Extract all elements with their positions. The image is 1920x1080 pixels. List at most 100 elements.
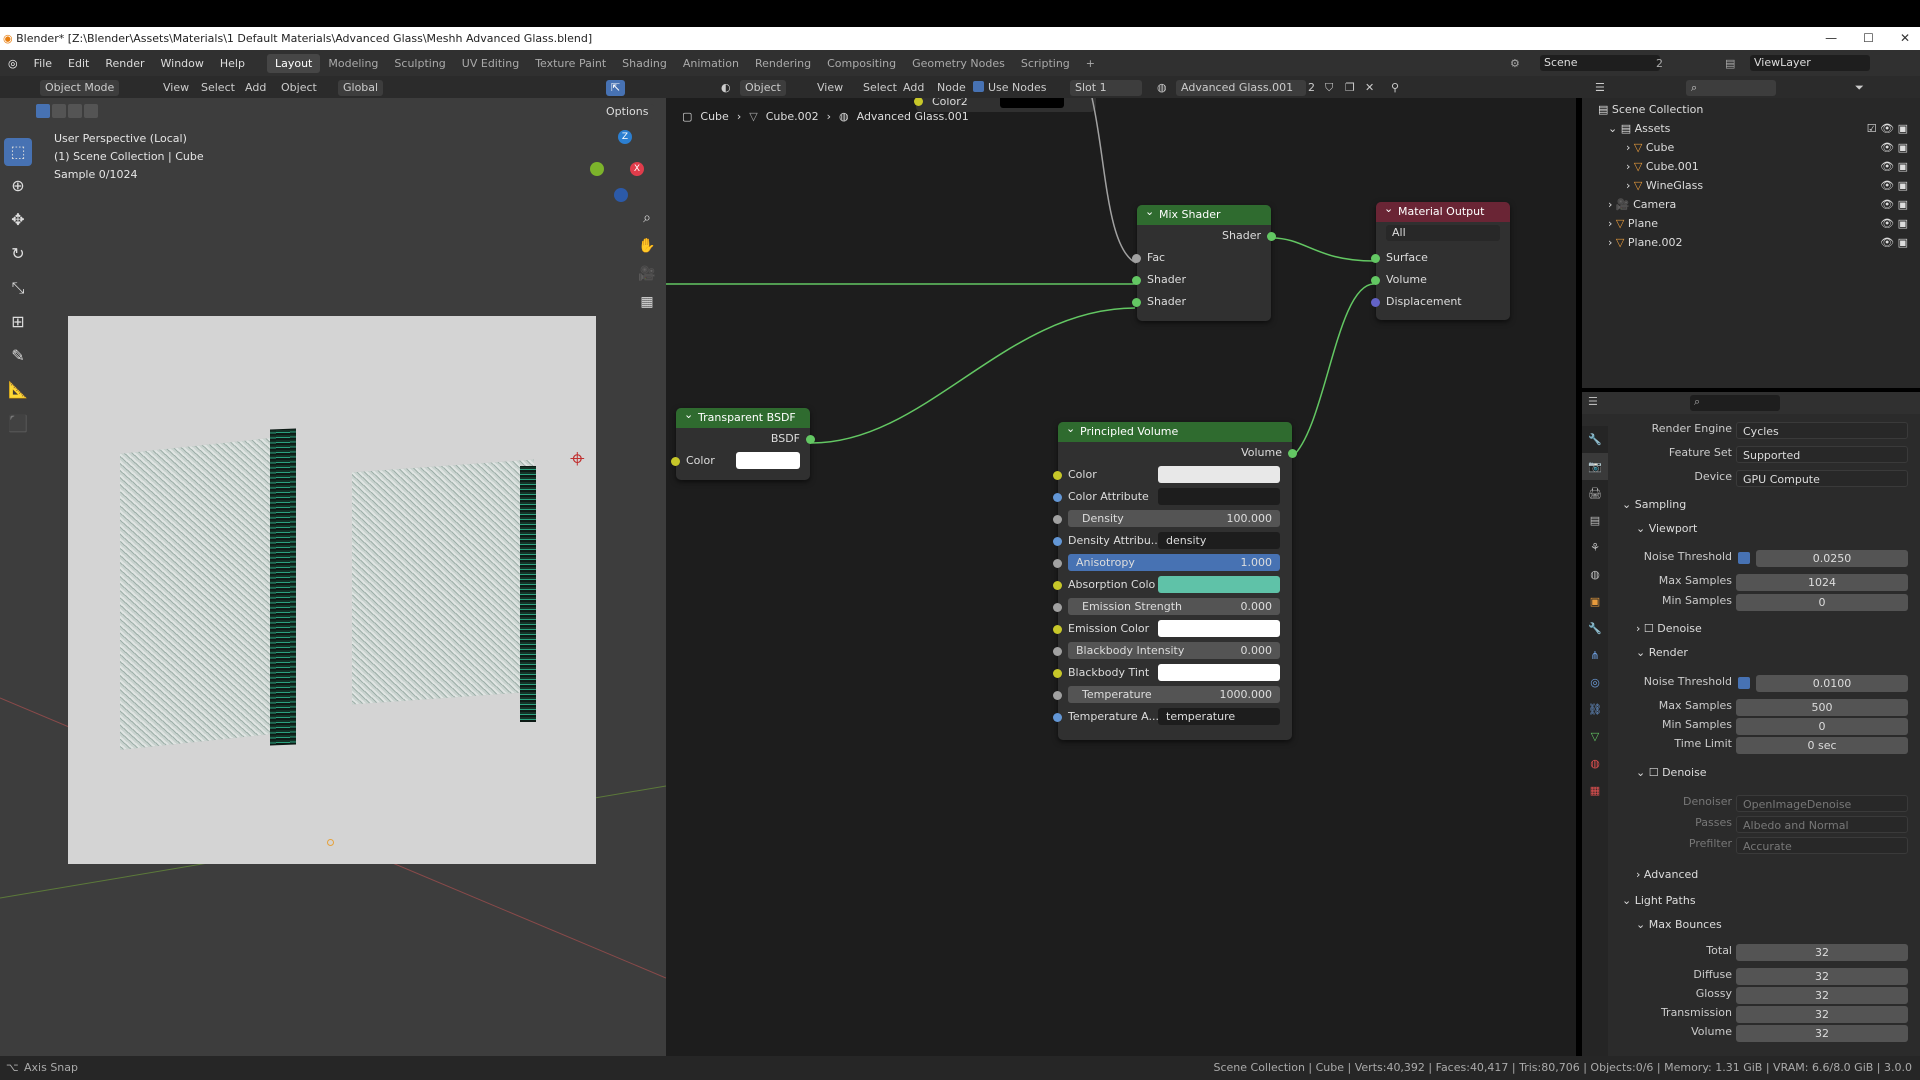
max-bounces-subpanel[interactable]: ⌄ Max Bounces [1636, 918, 1722, 931]
outliner-item-wineglass[interactable]: › ▽ WineGlass 👁 ▣ [1626, 176, 1908, 195]
sampling-panel-header[interactable]: ⌄ Sampling [1622, 498, 1686, 511]
visibility-icons[interactable]: 👁 ▣ [1880, 214, 1908, 233]
close-icon[interactable]: ✕ [1900, 27, 1910, 50]
slot-dropdown[interactable]: Slot 1 [1070, 80, 1142, 96]
tab-shading[interactable]: Shading [614, 54, 675, 73]
viewport-menu-view[interactable]: View [158, 80, 194, 96]
r-time-field[interactable]: 0 sec [1736, 737, 1908, 754]
pv-blackbody-socket[interactable] [1053, 647, 1062, 656]
pv-blackbody-tint-swatch[interactable] [1158, 664, 1280, 681]
fake-user-icon[interactable]: ⛉ [1320, 80, 1338, 96]
prefilter-dropdown[interactable]: Accurate [1736, 837, 1908, 854]
node-menu-node[interactable]: Node [932, 80, 971, 96]
texture-tab-icon[interactable]: ▦ [1582, 777, 1608, 804]
pv-temp-attr-socket[interactable] [1053, 713, 1062, 722]
tab-scripting[interactable]: Scripting [1013, 54, 1078, 73]
pv-color-socket[interactable] [1053, 471, 1062, 480]
scene-name[interactable]: Scene [1540, 55, 1660, 71]
transparent-bsdf-node[interactable]: Transparent BSDF BSDF Color [671, 405, 815, 480]
r-denoise-subpanel[interactable]: ⌄ ☐ Denoise [1636, 766, 1707, 779]
visibility-icons[interactable]: 👁 ▣ [1880, 195, 1908, 214]
outliner-item-cube001[interactable]: › ▽ Cube.001 👁 ▣ [1626, 157, 1908, 176]
pv-density-slider[interactable]: Density 100.000 [1068, 510, 1280, 527]
pv-absorption-swatch[interactable] [1158, 576, 1280, 593]
visibility-icons[interactable]: 👁 ▣ [1880, 176, 1908, 195]
shader-node-editor[interactable]: ▢ Cube › ▽ Cube.002 › ◍ Advanced Glass.001 … [666, 98, 1576, 1056]
outliner-item-assets[interactable]: ⌄ ▤ Assets ☑ 👁 ▣ [1608, 119, 1908, 138]
scene-tab-icon[interactable]: ⚘ [1582, 534, 1608, 561]
output-tab-icon[interactable]: 🖨 [1582, 480, 1608, 507]
pv-anisotropy-socket[interactable] [1053, 559, 1062, 568]
principled-volume-node[interactable]: Principled Volume Volume Color Color Att… [1053, 419, 1297, 740]
constraints-tab-icon[interactable]: ⛓ [1582, 696, 1608, 723]
particles-tab-icon[interactable]: ⋔ [1582, 642, 1608, 669]
transparent-bsdf-title[interactable]: Transparent BSDF [676, 405, 810, 428]
tab-sculpting[interactable]: Sculpting [386, 54, 453, 73]
expand-icon[interactable]: › [1608, 198, 1616, 211]
node-object-dropdown[interactable]: Object [740, 80, 786, 96]
output-target-dropdown[interactable]: All [1386, 225, 1500, 241]
expand-icon[interactable]: ⌄ [1608, 122, 1621, 135]
outliner-item-camera[interactable]: › 🎥 Camera 👁 ▣ [1608, 195, 1908, 214]
view-layer-icon[interactable]: ▤ [1725, 57, 1735, 70]
expand-icon[interactable]: › [1626, 179, 1634, 192]
tab-modeling[interactable]: Modeling [320, 54, 386, 73]
menu-edit[interactable]: Edit [60, 57, 97, 70]
node-menu-select[interactable]: Select [858, 80, 902, 96]
pin-icon[interactable]: ⚲ [1386, 80, 1404, 96]
tab-compositing[interactable]: Compositing [819, 54, 904, 73]
pv-density-socket[interactable] [1053, 515, 1062, 524]
view-layer-tab-icon[interactable]: ▤ [1582, 507, 1608, 534]
diffuse-field[interactable]: 32 [1736, 968, 1908, 985]
r-min-field[interactable]: 0 [1736, 718, 1908, 735]
pv-color-swatch[interactable] [1158, 466, 1280, 483]
viewport-menu-select[interactable]: Select [196, 80, 240, 96]
world-tab-icon[interactable]: ◍ [1582, 561, 1608, 588]
pv-emission-color-swatch[interactable] [1158, 620, 1280, 637]
data-tab-icon[interactable]: ▽ [1582, 723, 1608, 750]
expand-icon[interactable]: › [1608, 236, 1616, 249]
view-layer-name[interactable]: ViewLayer [1750, 55, 1870, 71]
shader1-socket[interactable] [1132, 276, 1141, 285]
pv-anisotropy-slider[interactable]: Anisotropy 1.000 [1068, 554, 1280, 571]
r-max-field[interactable]: 500 [1736, 699, 1908, 716]
unlink-material-icon[interactable]: ✕ [1360, 80, 1379, 96]
material-output-title[interactable]: Material Output [1376, 199, 1510, 222]
3d-viewport[interactable]: Options User Perspective (Local) (1) Sce… [0, 98, 666, 1056]
vp-noise-checkbox[interactable] [1738, 552, 1750, 564]
menu-render[interactable]: Render [97, 57, 152, 70]
editor-type-icon[interactable]: ◐ [716, 80, 736, 96]
render-tab-icon[interactable]: 📷 [1582, 453, 1608, 480]
vp-min-field[interactable]: 0 [1736, 594, 1908, 611]
menu-window[interactable]: Window [153, 57, 212, 70]
mix-shader-title[interactable]: Mix Shader [1137, 202, 1271, 225]
tab-layout[interactable]: Layout [266, 53, 321, 73]
vp-max-field[interactable]: 1024 [1736, 574, 1908, 591]
properties-editor[interactable]: ☰ ⌕ 🔧 📷 🖨 ▤ ⚘ ◍ ▣ 🔧 ⋔ ◎ ⛓ ▽ ◍ ▦ Render E… [1582, 392, 1920, 1056]
node-menu-view[interactable]: View [812, 80, 848, 96]
expand-icon[interactable]: › [1626, 160, 1634, 173]
properties-editor-type-icon[interactable]: ☰ [1588, 395, 1598, 408]
object-mode-dropdown[interactable]: Object Mode [40, 80, 120, 96]
outliner-item-plane[interactable]: › ▽ Plane 👁 ▣ [1608, 214, 1908, 233]
pv-temperature-socket[interactable] [1053, 691, 1062, 700]
outliner-scene-collection[interactable]: ▤ Scene Collection [1598, 100, 1703, 119]
render-subpanel-header[interactable]: ⌄ Render [1636, 646, 1688, 659]
scene-icon[interactable]: ⚙ [1510, 57, 1520, 70]
menu-help[interactable]: Help [212, 57, 253, 70]
viewport-menu-object[interactable]: Object [276, 80, 322, 96]
pv-absorption-socket[interactable] [1053, 581, 1062, 590]
displacement-socket[interactable] [1371, 298, 1380, 307]
viewport-subpanel-header[interactable]: ⌄ Viewport [1636, 522, 1697, 535]
pv-temperature-slider[interactable]: Temperature 1000.000 [1068, 686, 1280, 703]
pv-blackbody-tint-socket[interactable] [1053, 669, 1062, 678]
expand-icon[interactable]: › [1626, 141, 1634, 154]
tab-rendering[interactable]: Rendering [747, 54, 819, 73]
pv-emission-color-socket[interactable] [1053, 625, 1062, 634]
viewport-menu-add[interactable]: Add [240, 80, 271, 96]
visibility-icons[interactable]: 👁 ▣ [1880, 157, 1908, 176]
pv-density-attr-socket[interactable] [1053, 537, 1062, 546]
tab-animation[interactable]: Animation [675, 54, 747, 73]
tab-uv-editing[interactable]: UV Editing [454, 54, 527, 73]
outliner[interactable]: ▤ Scene Collection ⌄ ▤ Assets ☑ 👁 ▣ › ▽ C… [1582, 98, 1920, 388]
